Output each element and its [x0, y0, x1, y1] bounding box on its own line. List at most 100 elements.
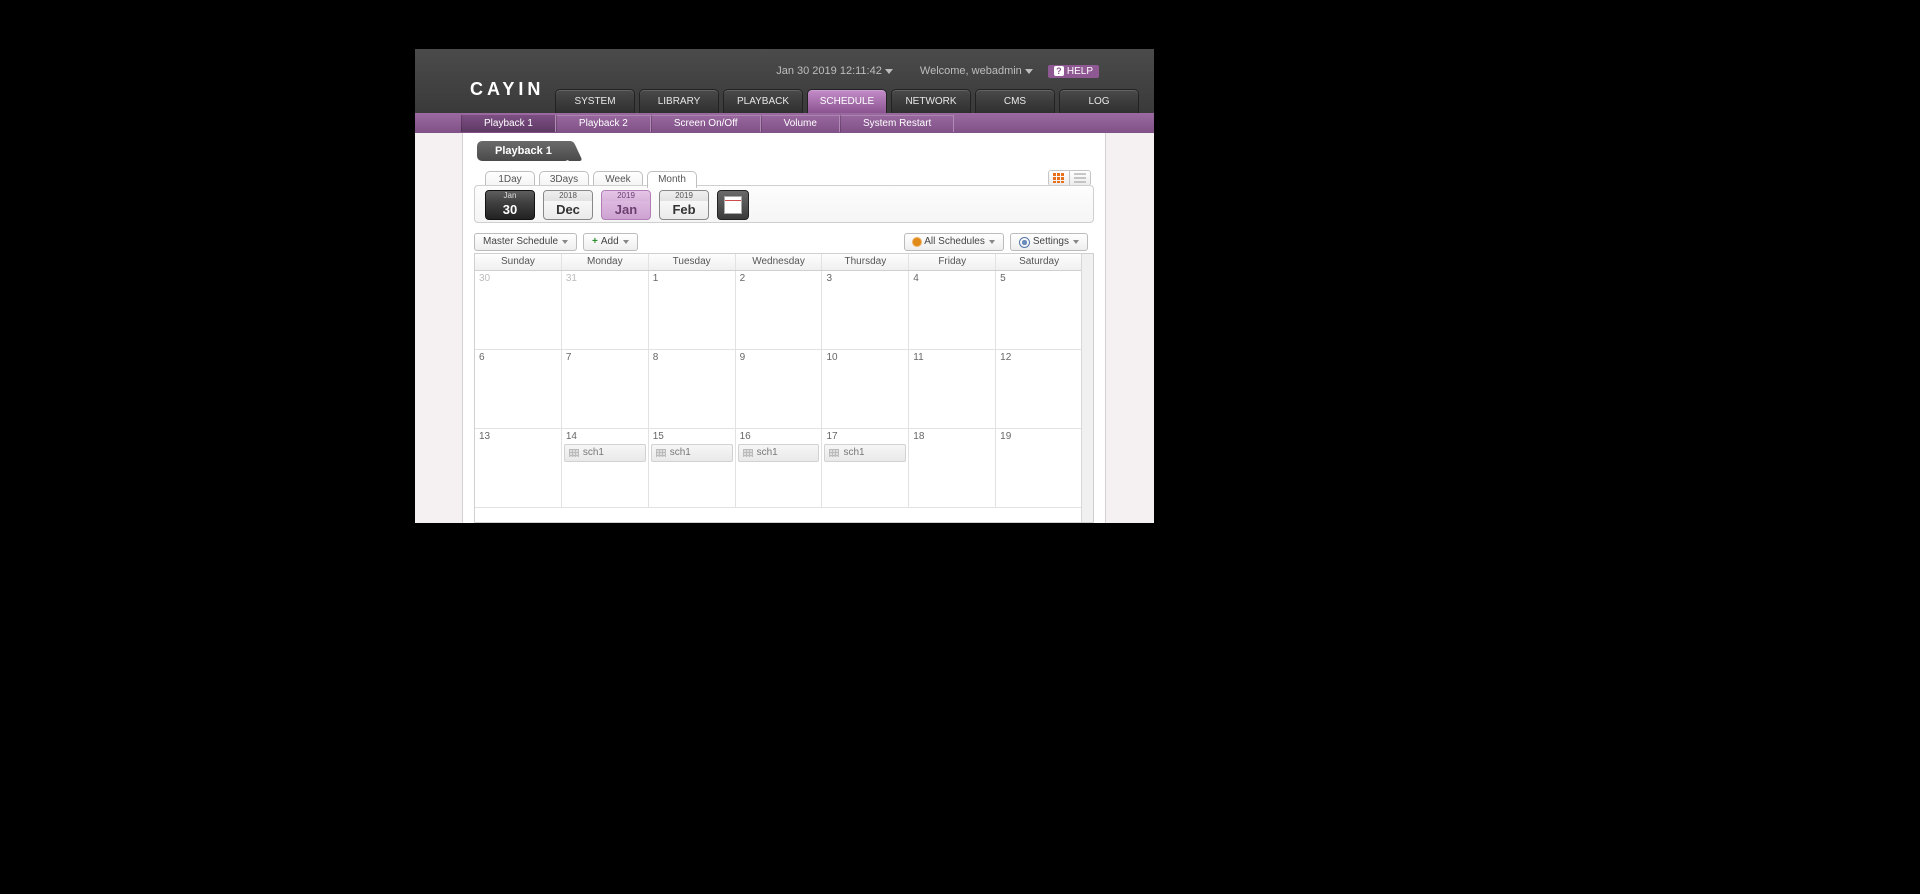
calendar-picker-button[interactable]	[717, 190, 749, 220]
calendar-cell[interactable]: 7	[562, 350, 649, 428]
schedule-event[interactable]: sch1	[824, 444, 906, 462]
caret-down-icon	[562, 240, 568, 244]
schedule-event[interactable]: sch1	[564, 444, 646, 462]
day-number: 12	[1000, 352, 1011, 363]
schedule-event[interactable]: sch1	[651, 444, 733, 462]
calendar-cell[interactable]: 6	[475, 350, 562, 428]
day-number: 14	[566, 431, 577, 442]
caret-down-icon	[1073, 240, 1079, 244]
day-number: 15	[653, 431, 664, 442]
calendar-cell[interactable]: 1	[649, 271, 736, 349]
calendar-cell[interactable]: 14 sch1	[562, 429, 649, 507]
day-number: 18	[913, 431, 924, 442]
date-chip-feb[interactable]: 2019Feb	[659, 190, 709, 220]
day-number: 1	[653, 273, 659, 284]
calendar-icon	[724, 196, 742, 214]
main-tab-playback[interactable]: PLAYBACK	[723, 89, 803, 113]
grid-view-button[interactable]	[1049, 171, 1069, 185]
content-area: Playback 1 1Day3DaysWeekMonth Jan302018D…	[415, 133, 1154, 523]
event-label: sch1	[670, 445, 691, 461]
sub-tab-volume[interactable]: Volume	[761, 115, 840, 132]
list-view-button[interactable]	[1069, 171, 1090, 185]
calendar-cell[interactable]: 13	[475, 429, 562, 507]
calendar-cell[interactable]: 8	[649, 350, 736, 428]
main-tab-cms[interactable]: CMS	[975, 89, 1055, 113]
calendar-cell[interactable]: 16 sch1	[736, 429, 823, 507]
sub-tab-playback-1[interactable]: Playback 1	[461, 115, 556, 132]
panel-title: Playback 1	[477, 141, 570, 161]
calendar-cell[interactable]: 30	[475, 271, 562, 349]
schedule-event[interactable]: sch1	[738, 444, 820, 462]
date-chip-dec[interactable]: 2018Dec	[543, 190, 593, 220]
chip-top: 2019	[602, 191, 650, 201]
calendar-cell[interactable]: 4	[909, 271, 996, 349]
sub-tab-screen-on-off[interactable]: Screen On/Off	[651, 115, 761, 132]
chip-bottom: Jan	[602, 201, 650, 219]
sun-icon	[913, 238, 921, 246]
chip-bottom: Feb	[660, 201, 708, 219]
calendar-cell[interactable]: 11	[909, 350, 996, 428]
day-number: 6	[479, 352, 485, 363]
day-number: 11	[913, 352, 923, 363]
help-button[interactable]: HELP	[1048, 65, 1099, 78]
day-number: 16	[740, 431, 751, 442]
chip-bottom: 30	[486, 201, 534, 219]
weekday-header: Thursday	[822, 254, 909, 270]
calendar-row: 1314sch115sch116sch117sch11819	[475, 429, 1082, 508]
day-number: 2	[740, 273, 746, 284]
sub-nav-bar: Playback 1Playback 2Screen On/OffVolumeS…	[415, 113, 1154, 133]
calendar-grid: SundayMondayTuesdayWednesdayThursdayFrid…	[474, 253, 1094, 523]
caret-down-icon	[1025, 69, 1033, 74]
chip-top: Jan	[486, 191, 534, 201]
weekday-header: Wednesday	[736, 254, 823, 270]
calendar-cell[interactable]: 18	[909, 429, 996, 507]
calendar-cell[interactable]: 19	[996, 429, 1082, 507]
master-schedule-select[interactable]: Master Schedule	[474, 233, 577, 251]
weekday-header: Friday	[909, 254, 996, 270]
date-chip-30[interactable]: Jan30	[485, 190, 535, 220]
calendar-cell[interactable]: 2	[736, 271, 823, 349]
event-label: sch1	[843, 445, 864, 461]
day-number: 19	[1000, 431, 1011, 442]
grid-icon	[1053, 173, 1065, 183]
calendar-cell[interactable]: 5	[996, 271, 1082, 349]
gear-icon	[1019, 237, 1030, 248]
calendar-cell[interactable]: 31	[562, 271, 649, 349]
user-menu[interactable]: Welcome, webadmin	[908, 65, 1033, 77]
calendar-cell[interactable]: 10	[822, 350, 909, 428]
day-number: 30	[479, 273, 490, 284]
settings-button[interactable]: Settings	[1010, 233, 1088, 251]
brand-logo: CAYIN	[470, 79, 544, 100]
calendar-cell[interactable]: 9	[736, 350, 823, 428]
sub-tab-system-restart[interactable]: System Restart	[840, 115, 954, 132]
weekday-header: Sunday	[475, 254, 562, 270]
calendar-cell[interactable]: 17sch1	[822, 429, 909, 507]
main-tab-network[interactable]: NETWORK	[891, 89, 971, 113]
main-tab-library[interactable]: LIBRARY	[639, 89, 719, 113]
day-number: 7	[566, 352, 572, 363]
status-row: Jan 30 2019 12:11:42 Welcome, webadmin H…	[752, 65, 1099, 78]
plus-icon: +	[592, 234, 598, 250]
all-schedules-select[interactable]: All Schedules	[904, 233, 1004, 251]
main-tab-system[interactable]: SYSTEM	[555, 89, 635, 113]
event-label: sch1	[757, 445, 778, 461]
day-number: 31	[566, 273, 577, 284]
list-icon	[1074, 173, 1086, 183]
calendar-cell[interactable]: 12	[996, 350, 1082, 428]
scrollbar-track[interactable]	[1081, 254, 1093, 522]
event-label: sch1	[583, 445, 604, 461]
chip-top: 2019	[660, 191, 708, 201]
date-chip-jan[interactable]: 2019Jan	[601, 190, 651, 220]
chip-top: 2018	[544, 191, 592, 201]
header-bar: CAYIN Jan 30 2019 12:11:42 Welcome, weba…	[415, 49, 1154, 113]
add-button[interactable]: +Add	[583, 233, 638, 251]
caret-down-icon	[623, 240, 629, 244]
calendar-cell[interactable]: 3	[822, 271, 909, 349]
main-tab-schedule[interactable]: SCHEDULE	[807, 89, 887, 113]
main-tab-log[interactable]: LOG	[1059, 89, 1139, 113]
calendar-cell[interactable]: 15 sch1	[649, 429, 736, 507]
event-icon	[829, 449, 839, 457]
datetime-menu[interactable]: Jan 30 2019 12:11:42	[764, 65, 893, 77]
view-tab-month[interactable]: Month	[647, 171, 697, 188]
sub-tab-playback-2[interactable]: Playback 2	[556, 115, 651, 132]
